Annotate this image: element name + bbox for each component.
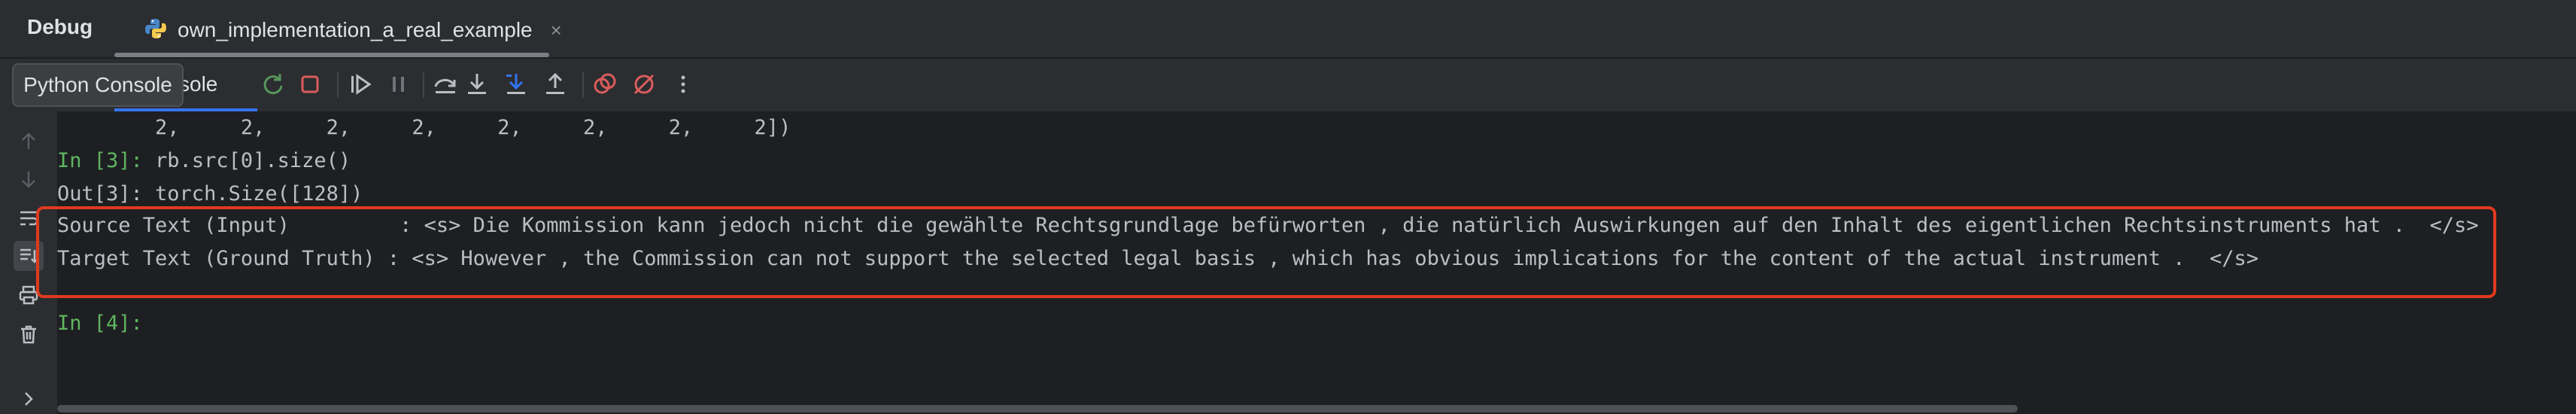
highlight-annotation [36, 206, 2496, 298]
more-icon[interactable] [667, 68, 700, 101]
arrow-down-icon[interactable] [14, 164, 44, 194]
debug-toolbar: sole [0, 59, 2576, 111]
console-line: Out[3]: torch.Size([128]) [57, 182, 363, 205]
rerun-icon[interactable] [256, 68, 289, 101]
python-file-icon [144, 17, 167, 44]
debug-title: Debug [27, 15, 93, 38]
step-into-icon[interactable] [460, 68, 494, 101]
mute-breakpoints-icon[interactable] [627, 68, 661, 101]
console-line: 2, 2, 2, 2, 2, 2, 2, 2]) [57, 116, 791, 139]
arrow-up-icon[interactable] [14, 126, 44, 157]
console-line: In [3]: rb.src[0].size() [57, 149, 351, 172]
stop-icon[interactable] [293, 68, 327, 101]
resume-icon[interactable] [345, 68, 378, 101]
input-prompt: In [3]: [57, 149, 156, 172]
python-console-tooltip: Python Console [12, 63, 184, 107]
tab-console-label[interactable]: sole [179, 72, 217, 96]
close-icon[interactable]: × [551, 19, 562, 42]
view-breakpoints-icon[interactable] [588, 68, 621, 101]
input-prompt: In [4]: [57, 312, 156, 335]
horizontal-scrollbar[interactable] [57, 405, 2018, 412]
toolbar-separator [582, 72, 584, 98]
trash-icon[interactable] [14, 319, 44, 349]
console-line[interactable]: In [4]: [57, 310, 155, 337]
step-over-icon[interactable] [429, 68, 462, 101]
tab-label: own_implementation_a_real_example [178, 18, 533, 41]
tool-window-header: Debug own_implementation_a_real_example … [0, 0, 2576, 59]
expand-icon[interactable] [14, 384, 44, 414]
toolbar-separator [337, 72, 339, 98]
step-into-my-code-icon[interactable] [500, 68, 533, 101]
toolbar-separator [423, 72, 424, 98]
active-tab-indicator [114, 53, 549, 57]
pause-icon[interactable] [382, 68, 415, 101]
tab-own-implementation[interactable]: own_implementation_a_real_example × [135, 9, 571, 51]
step-out-icon[interactable] [539, 68, 572, 101]
